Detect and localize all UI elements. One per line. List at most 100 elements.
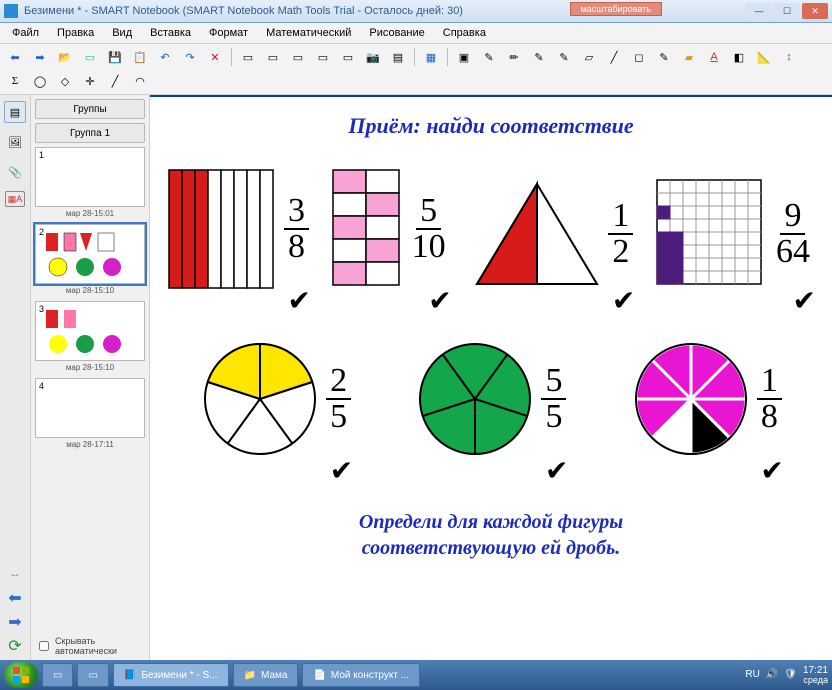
fraction-5-10: 510 [408,194,450,264]
pen3-icon[interactable]: ✎ [528,46,550,68]
page-title: Приём: найди соответствие [168,113,814,139]
next-arrow-icon[interactable]: ➡ [8,612,21,632]
figure-pie-1-8[interactable]: 18 ✔ [631,339,782,459]
autohide-checkbox[interactable]: Скрывать автоматически [35,636,145,656]
float-tag[interactable]: масштабировать [570,2,662,16]
shapes3-icon[interactable]: ◇ [54,70,76,92]
screen3-icon[interactable]: ▭ [287,46,309,68]
taskbar-quick2[interactable]: ▭ [77,663,108,687]
menu-draw[interactable]: Рисование [361,25,432,41]
tray-icon[interactable]: 🛡 [784,669,797,680]
check-icon: ✔ [760,454,783,487]
screen5-icon[interactable]: ▭ [337,46,359,68]
thumbnail-2[interactable]: 2 [35,224,145,284]
menu-insert[interactable]: Вставка [142,25,199,41]
toolbar: ⬅ ➡ 📂 ▭ 💾 📋 ↶ ↷ ✕ ▭ ▭ ▭ ▭ ▭ 📷 ▤ ▦ ▣ ✎ ✏ … [0,44,832,95]
fraction-1-2: 12 [608,199,633,269]
fraction-5-5: 55 [541,364,566,434]
camera-icon[interactable]: 📷 [362,46,384,68]
figure-pie-5-5[interactable]: 55 ✔ [415,339,566,459]
text-icon[interactable]: A [703,46,725,68]
taskbar-quick1[interactable]: ▭ [42,663,73,687]
fill-icon[interactable]: ▰ [678,46,700,68]
group1-button[interactable]: Группа 1 [35,123,145,143]
left-sidebar: ▤ 🖼 📎 ▦A ↔ ⬅ ➡ ⟳ [0,95,31,660]
menu-edit[interactable]: Правка [49,25,102,41]
thumbnail-1-label: мар 28-15:01 [35,209,145,218]
shapes2-icon[interactable]: ◯ [29,70,51,92]
magic-pen-icon[interactable]: ✎ [653,46,675,68]
select-icon[interactable]: ▣ [453,46,475,68]
screen1-icon[interactable]: ▭ [237,46,259,68]
menu-format[interactable]: Формат [201,25,256,41]
protractor-icon[interactable]: ◠ [129,70,151,92]
pen2-icon[interactable]: ✏ [503,46,525,68]
fraction-2-5: 25 [326,364,351,434]
resize-handle-icon[interactable]: ↔ [10,568,21,580]
thumbnail-panel: Группы Группа 1 1 мар 28-15:01 2 мар 28-… [31,95,150,660]
menu-help[interactable]: Справка [435,25,494,41]
table-icon[interactable]: ▦ [420,46,442,68]
properties-tab-icon[interactable]: ▦A [5,191,25,207]
graph-icon[interactable]: ✛ [79,70,101,92]
delete-icon[interactable]: ✕ [204,46,226,68]
menu-math[interactable]: Математический [258,25,359,41]
eraser-icon[interactable]: ▱ [578,46,600,68]
menu-file[interactable]: Файл [4,25,47,41]
close-button[interactable]: ✕ [802,3,828,19]
start-button[interactable] [4,662,38,688]
gallery-tab-icon[interactable]: 🖼 [4,131,26,153]
screen4-icon[interactable]: ▭ [312,46,334,68]
app-icon [4,4,18,18]
redo-icon[interactable]: ↷ [179,46,201,68]
pen1-icon[interactable]: ✎ [478,46,500,68]
taskbar-item-3[interactable]: 📄 Мой конструкт ... [302,663,420,687]
pages-tab-icon[interactable]: ▤ [4,101,26,123]
undo-icon[interactable]: ↶ [154,46,176,68]
save-icon[interactable]: 💾 [104,46,126,68]
thumbnail-3[interactable]: 3 [35,301,145,361]
figure-checker-5-10[interactable]: 510 ✔ [332,169,450,289]
sigma-icon[interactable]: Σ [4,70,26,92]
screen2-icon[interactable]: ▭ [262,46,284,68]
thumbnail-4[interactable]: 4 [35,378,145,438]
doc-icon[interactable]: ▤ [387,46,409,68]
paste-icon[interactable]: 📋 [129,46,151,68]
figure-triangle-1-2[interactable]: 12 ✔ [472,179,633,289]
check-icon: ✔ [612,284,635,317]
menu-view[interactable]: Вид [104,25,140,41]
color-icon[interactable]: ◧ [728,46,750,68]
minimize-button[interactable]: — [746,3,772,19]
ruler-icon[interactable]: ╱ [104,70,126,92]
attach-tab-icon[interactable]: 📎 [4,161,26,183]
figure-bars-3-8[interactable]: 38 ✔ [168,169,309,289]
thumbnail-1[interactable]: 1 [35,147,145,207]
tray-icon[interactable]: 🔊 [766,669,778,680]
open-icon[interactable]: 📂 [54,46,76,68]
forward-icon[interactable]: ➡ [29,46,51,68]
pen4-icon[interactable]: ✎ [553,46,575,68]
shape-icon[interactable]: ◻ [628,46,650,68]
lang-indicator[interactable]: RU [745,669,759,680]
canvas[interactable]: Приём: найди соответствие 38 ✔ 510 ✔ [150,95,832,660]
thumbnail-3-label: мар 28-15:10 [35,363,145,372]
measure-icon[interactable]: 📐 [753,46,775,68]
figure-pie-2-5[interactable]: 25 ✔ [200,339,351,459]
move-toolbar-icon[interactable]: ↕ [778,46,800,68]
figure-row-1: 38 ✔ 510 ✔ 12 ✔ [168,169,814,289]
refresh-icon[interactable]: ⟳ [8,636,21,656]
system-tray[interactable]: RU 🔊 🛡 17:21 среда [745,665,828,686]
clock-day: среда [803,676,828,686]
prev-arrow-icon[interactable]: ⬅ [8,588,21,608]
new-icon[interactable]: ▭ [79,46,101,68]
figure-grid-9-64[interactable]: 964 ✔ [656,179,814,289]
fraction-1-8: 18 [757,364,782,434]
taskbar-item-1[interactable]: 📘 Безимени * - S... [113,663,229,687]
groups-button[interactable]: Группы [35,99,145,119]
line-icon[interactable]: ╱ [603,46,625,68]
fraction-9-64: 964 [772,199,814,269]
maximize-button[interactable]: ☐ [774,3,800,19]
taskbar-item-2[interactable]: 📁 Мама [233,663,299,687]
back-icon[interactable]: ⬅ [4,46,26,68]
check-icon: ✔ [545,454,568,487]
